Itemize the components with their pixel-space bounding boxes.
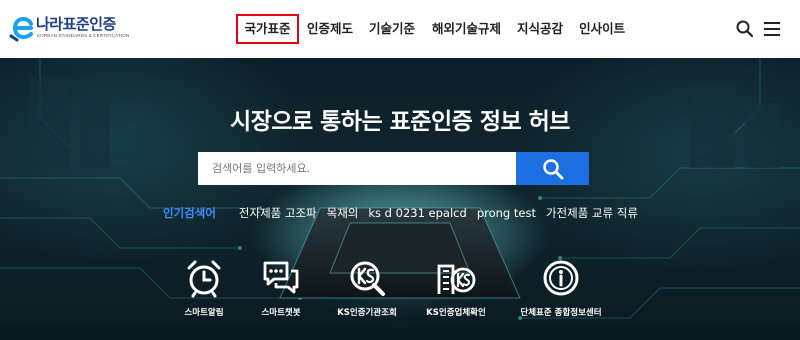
chat-bubbles-icon: [263, 261, 299, 294]
quick-link-ks-company-check[interactable]: KS인증업체확인: [401, 258, 511, 318]
popular-keyword[interactable]: 전자제품 고조파: [239, 205, 317, 221]
main-nav: 국가표준 인증제도 기술기준 해외기술규제 지식공감 인사이트: [236, 0, 625, 58]
popular-keyword[interactable]: 목재의: [327, 205, 359, 221]
search-icon[interactable]: [735, 19, 755, 39]
info-circle-icon: [543, 260, 579, 296]
quick-links: 스마트알림 스마트챗봇 KS인증기관조회 KS인증업체확인 단체표준 종합정보센…: [0, 258, 800, 338]
nav-item-certification-system[interactable]: 인증제도: [307, 14, 353, 44]
nav-item-knowledge[interactable]: 지식공감: [517, 14, 563, 44]
ks-search-icon: [350, 261, 385, 296]
popular-keyword[interactable]: prong test: [477, 206, 536, 220]
search-input[interactable]: [198, 152, 516, 185]
ks-building-icon: [437, 264, 476, 294]
quick-link-label: KS인증업체확인: [426, 308, 486, 318]
search-bar: [198, 152, 589, 185]
page: 나라표준인증 KOREAN STANDARDS & CERTIFICATION …: [0, 0, 800, 340]
logo-title: 나라표준인증: [36, 15, 116, 33]
popular-keyword[interactable]: ks d 0231 epalcd: [368, 206, 466, 220]
search-button[interactable]: [516, 152, 589, 185]
hamburger-menu-icon[interactable]: [762, 19, 782, 39]
search-icon: [543, 159, 564, 180]
popular-keywords-label: 인기검색어: [163, 206, 216, 220]
site-header: 나라표준인증 KOREAN STANDARDS & CERTIFICATION …: [0, 0, 800, 58]
hero-title: 시장으로 통하는 표준인증 정보 허브: [230, 109, 570, 135]
popular-keyword[interactable]: 가전제품 교류 직류: [546, 205, 638, 221]
nav-item-technical-standards[interactable]: 기술기준: [369, 14, 415, 44]
nav-item-insight[interactable]: 인사이트: [579, 14, 625, 44]
quick-link-group-standards-center[interactable]: 단체표준 종합정보센터: [506, 258, 616, 318]
logo-subtitle: KOREAN STANDARDS & CERTIFICATION: [37, 33, 130, 38]
hero-banner: 시장으로 통하는 표준인증 정보 허브 인기검색어 전자제품 고조파 목재의 k…: [0, 58, 800, 340]
quick-link-label: 단체표준 종합정보센터: [520, 308, 602, 318]
popular-keywords: 인기검색어 전자제품 고조파 목재의 ks d 0231 epalcd pron…: [163, 204, 648, 222]
alarm-clock-icon: [187, 260, 221, 298]
site-logo[interactable]: 나라표준인증 KOREAN STANDARDS & CERTIFICATION: [9, 10, 139, 48]
nav-item-national-standards[interactable]: 국가표준: [236, 14, 299, 44]
logo-e-icon: [9, 16, 33, 42]
nav-item-foreign-regulations[interactable]: 해외기술규제: [432, 14, 501, 44]
